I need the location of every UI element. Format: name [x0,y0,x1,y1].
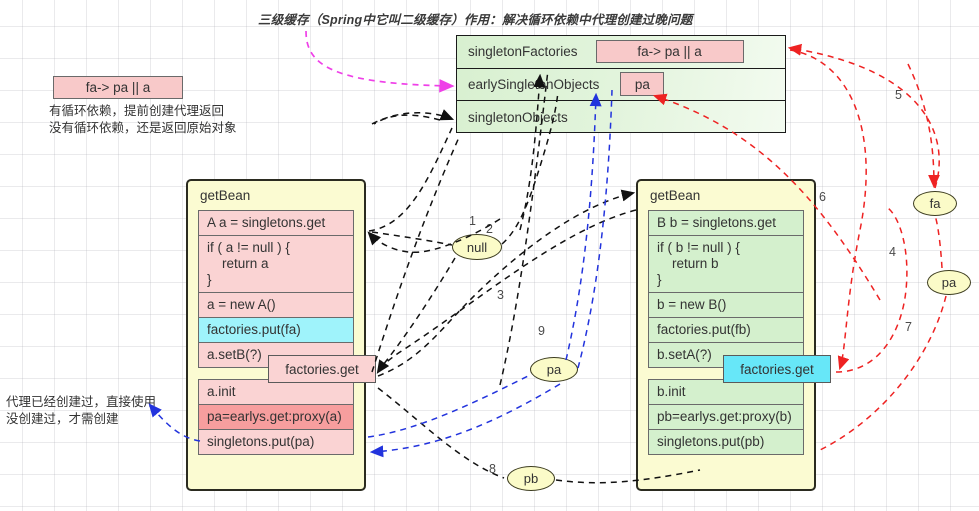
edge-singleton-objects-inflow-a [373,114,441,125]
panel-a-step-new[interactable]: a = new A() [199,293,353,318]
panel-a-step-factories-put[interactable]: factories.put(fa) [199,318,353,343]
edge-1-a-get-to-singleton-objects [368,127,453,232]
cache-table: singletonFactories fa-> pa || a earlySin… [456,35,786,133]
factories-get-callout-a[interactable]: factories.get [268,355,376,383]
cache-row-singleton-objects[interactable]: singletonObjects [457,101,785,134]
ellipse-fa: fa [913,191,957,216]
edge-label-5: 5 [895,88,902,102]
panel-a-group-2: a.init pa=earlys.get:proxy(a) singletons… [198,379,354,455]
edge-2-setb-to-singleton-objects [371,134,461,373]
edge-8-to-pb [377,387,505,479]
edge-label-2: 2 [486,222,493,236]
edge-7-pa-right-down [819,295,947,451]
panel-a-step-nullcheck[interactable]: if ( a != null ) { return a } [199,236,353,293]
panel-a-step-earlys-proxy[interactable]: pa=earlys.get:proxy(a) [199,405,353,430]
legend-note-line-1: 有循环依赖，提前创建代理返回 [49,104,225,118]
legend-note: 有循环依赖，提前创建代理返回 没有循环依赖，还是返回原始对象 [49,103,237,137]
ellipse-pa-middle: pa [530,357,578,382]
edge-pa-return-to-panel-a [369,383,561,458]
ellipse-pa-right: pa [927,270,971,295]
panel-b-group-1: B b = singletons.get if ( b != null ) { … [648,210,804,368]
panel-a-step-get[interactable]: A a = singletons.get [199,211,353,236]
edge-a-to-singleton-objects-arrow [371,109,455,125]
edge-null-strand-a [371,231,453,246]
edge-label-4: 4 [889,245,896,259]
edge-label-6: 6 [819,190,826,204]
panel-b-step-new[interactable]: b = new B() [649,293,803,318]
edge-7-pa-right-up [933,213,943,269]
edge-9-pa-to-singleton-objects [565,92,602,361]
panel-b-group-2: b.init pb=earlys.get:proxy(b) singletons… [648,379,804,455]
panel-b-title: getBean [650,188,701,203]
page-title: 三级缓存（Spring中它叫二级缓存）作用：解决循环依赖中代理创建过晚问题 [258,13,693,27]
panel-b-step-get[interactable]: B b = singletons.get [649,211,803,236]
ellipse-null: null [452,234,502,260]
panel-a-group-1: A a = singletons.get if ( a != null ) { … [198,210,354,368]
panel-a-step-init[interactable]: a.init [199,380,353,405]
edge-label-7: 7 [905,320,912,334]
edge-3-setb-to-getbean-b [377,189,636,377]
edge-title-to-early-singleton-objects [305,30,455,93]
panel-b-step-nullcheck[interactable]: if ( b != null ) { return b } [649,236,803,293]
getbean-panel-a: getBean A a = singletons.get if ( a != n… [186,179,366,491]
edge-getbean-b-return-to-callout-a [376,209,637,374]
edge-label-3: 3 [497,288,504,302]
cache-row-early-singleton-objects[interactable]: earlySingletonObjects pa [457,69,785,102]
edge-into-fa [907,63,940,189]
getbean-panel-b: getBean B b = singletons.get if ( b != n… [636,179,816,491]
edge-label-1: 1 [469,214,476,228]
panel-b-step-init[interactable]: b.init [649,380,803,405]
proxy-reuse-note-line-1: 代理已经创建过，直接使用 [6,395,157,409]
panel-a-title: getBean [200,188,251,203]
edge-proxy-a-to-pa [367,374,531,438]
legend-chip: fa-> pa || a [53,76,183,99]
edge-4-factories-get-b-to-fa [835,207,908,373]
ellipse-pb: pb [507,466,555,491]
legend-note-line-2: 没有循环依赖，还是返回原始对象 [49,121,237,135]
cache-row-label: singletonObjects [468,109,568,125]
cache-row-singleton-factories[interactable]: singletonFactories fa-> pa || a [457,36,785,69]
cache-row-label: singletonFactories [468,44,578,60]
edge-5-fa-to-singleton-factories [787,43,940,189]
edge-label-9: 9 [538,324,545,338]
early-singleton-objects-value-chip: pa [620,72,665,97]
proxy-reuse-note-line-2: 没创建过，才需创建 [6,412,119,426]
edge-label-8: 8 [489,462,496,476]
panel-a-step-singletons-put[interactable]: singletons.put(pa) [199,430,353,454]
singleton-factories-value-chip: fa-> pa || a [595,40,744,64]
factories-get-callout-b[interactable]: factories.get [723,355,831,383]
proxy-reuse-note: 代理已经创建过，直接使用 没创建过，才需创建 [6,394,156,428]
panel-b-step-factories-put[interactable]: factories.put(fb) [649,318,803,343]
panel-b-step-singletons-put[interactable]: singletons.put(pb) [649,430,803,454]
panel-b-step-earlys-proxy[interactable]: pb=earlys.get:proxy(b) [649,405,803,430]
edge-null-strand-c [377,257,456,372]
cache-row-label: earlySingletonObjects [468,76,600,92]
